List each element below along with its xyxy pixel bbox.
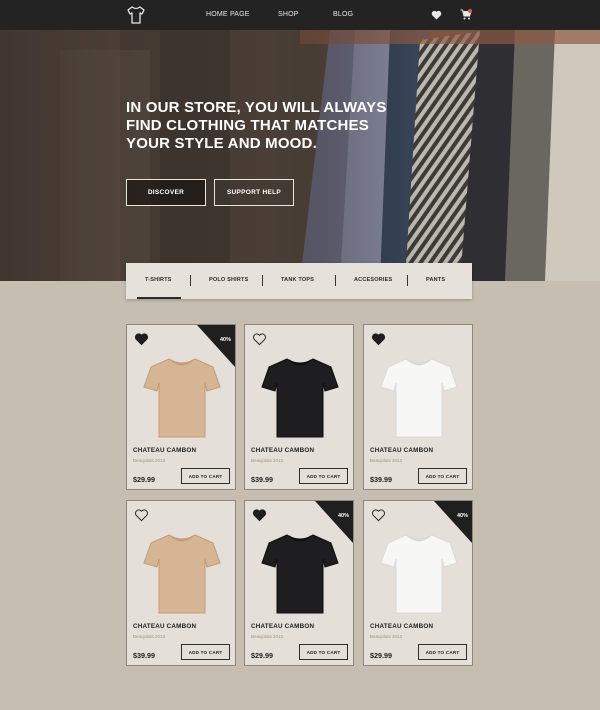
tab-polo-shirts[interactable]: POLO SHIRTS bbox=[209, 277, 248, 283]
heart-filled-icon[interactable] bbox=[252, 508, 267, 522]
add-to-cart-button[interactable]: ADD TO CART bbox=[418, 468, 467, 484]
tab-pants[interactable]: PANTS bbox=[426, 277, 445, 283]
product-price: $39.99 bbox=[133, 651, 155, 660]
add-to-cart-button[interactable]: ADD TO CART bbox=[181, 468, 230, 484]
category-tabs: T-SHIRTS POLO SHIRTS TANK TOPS ACCESORIE… bbox=[126, 263, 472, 299]
product-name[interactable]: CHATEAU CAMBON bbox=[251, 623, 314, 630]
hero-banner: IN OUR STORE, YOU WILL ALWAYS FIND CLOTH… bbox=[0, 30, 600, 281]
heart-filled-icon[interactable] bbox=[371, 332, 386, 346]
product-name[interactable]: CHATEAU CAMBON bbox=[133, 447, 196, 454]
support-help-button[interactable]: SUPPORT HELP bbox=[214, 179, 294, 206]
product-card[interactable]: 40% CHATEAU CAMBON Beaujolais 2013 $29.9… bbox=[126, 324, 236, 490]
discount-label: 40% bbox=[219, 337, 231, 343]
product-name[interactable]: CHATEAU CAMBON bbox=[133, 623, 196, 630]
tab-accesories[interactable]: ACCESORIES bbox=[354, 277, 392, 283]
tshirt-product-image bbox=[380, 358, 458, 438]
heart-outline-icon[interactable] bbox=[371, 508, 386, 522]
product-subtitle: Beaujolais 2013 bbox=[133, 458, 166, 463]
heart-icon[interactable] bbox=[431, 10, 442, 20]
discount-label: 40% bbox=[337, 513, 349, 519]
add-to-cart-button[interactable]: ADD TO CART bbox=[418, 644, 467, 660]
nav-shop[interactable]: SHOP bbox=[278, 11, 299, 18]
add-to-cart-button[interactable]: ADD TO CART bbox=[299, 468, 348, 484]
tshirt-product-image bbox=[380, 534, 458, 614]
product-card[interactable]: 40% CHATEAU CAMBON Beaujolais 2013 $29.9… bbox=[363, 500, 473, 666]
tshirt-product-image bbox=[143, 534, 221, 614]
tab-divider bbox=[262, 275, 263, 286]
product-subtitle: Beaujolais 2013 bbox=[133, 634, 166, 639]
product-name[interactable]: CHATEAU CAMBON bbox=[251, 447, 314, 454]
tshirt-product-image bbox=[261, 534, 339, 614]
tshirt-product-image bbox=[143, 358, 221, 438]
product-price: $29.99 bbox=[251, 651, 273, 660]
tab-divider bbox=[190, 275, 191, 286]
cart-badge-dot bbox=[468, 9, 472, 13]
product-price: $29.99 bbox=[370, 651, 392, 660]
product-price: $39.99 bbox=[251, 475, 273, 484]
heart-filled-icon[interactable] bbox=[134, 332, 149, 346]
product-subtitle: Beaujolais 2013 bbox=[370, 458, 403, 463]
product-name[interactable]: CHATEAU CAMBON bbox=[370, 623, 433, 630]
hero-headline: IN OUR STORE, YOU WILL ALWAYS FIND CLOTH… bbox=[126, 99, 387, 152]
active-tab-indicator bbox=[137, 297, 181, 299]
discover-button[interactable]: DISCOVER bbox=[126, 179, 206, 206]
top-nav-bar: HOME PAGE SHOP BLOG bbox=[0, 0, 600, 30]
nav-blog[interactable]: BLOG bbox=[333, 11, 353, 18]
nav-home-page[interactable]: HOME PAGE bbox=[206, 11, 250, 18]
product-card[interactable]: CHATEAU CAMBON Beaujolais 2013 $39.99 AD… bbox=[363, 324, 473, 490]
product-card[interactable]: 40% CHATEAU CAMBON Beaujolais 2013 $29.9… bbox=[244, 500, 354, 666]
hero-clothing-rack-image bbox=[0, 30, 600, 281]
product-card[interactable]: CHATEAU CAMBON Beaujolais 2013 $39.99 AD… bbox=[244, 324, 354, 490]
product-subtitle: Beaujolais 2013 bbox=[251, 634, 284, 639]
tshirt-product-image bbox=[261, 358, 339, 438]
tshirt-logo-icon[interactable] bbox=[126, 5, 146, 25]
add-to-cart-button[interactable]: ADD TO CART bbox=[299, 644, 348, 660]
tab-divider bbox=[407, 275, 408, 286]
tab-divider bbox=[335, 275, 336, 286]
product-name[interactable]: CHATEAU CAMBON bbox=[370, 447, 433, 454]
add-to-cart-button[interactable]: ADD TO CART bbox=[181, 644, 230, 660]
heart-outline-icon[interactable] bbox=[134, 508, 149, 522]
tab-t-shirts[interactable]: T-SHIRTS bbox=[145, 277, 172, 283]
tab-tank-tops[interactable]: TANK TOPS bbox=[281, 277, 314, 283]
product-price: $29.99 bbox=[133, 475, 155, 484]
heart-outline-icon[interactable] bbox=[252, 332, 267, 346]
product-subtitle: Beaujolais 2013 bbox=[251, 458, 284, 463]
discount-label: 40% bbox=[456, 513, 468, 519]
product-price: $39.99 bbox=[370, 475, 392, 484]
product-card[interactable]: CHATEAU CAMBON Beaujolais 2013 $39.99 AD… bbox=[126, 500, 236, 666]
product-subtitle: Beaujolais 2013 bbox=[370, 634, 403, 639]
